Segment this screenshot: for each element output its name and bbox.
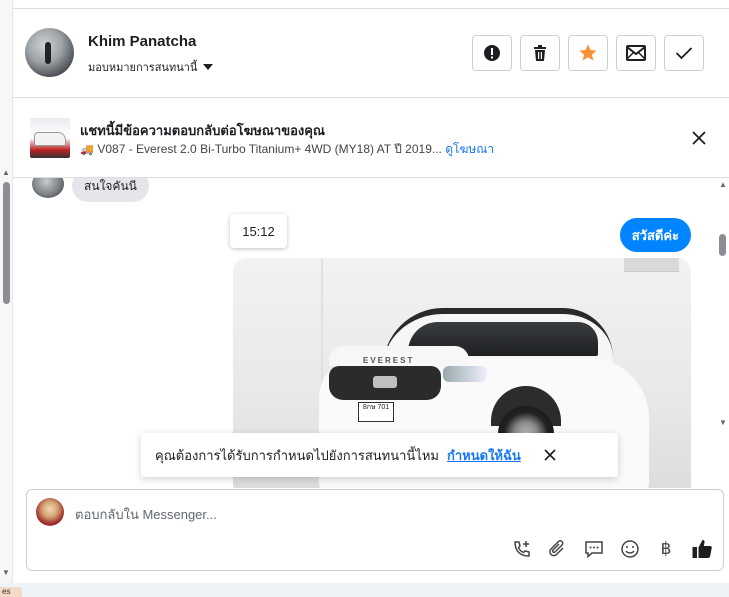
- call-add-icon: [514, 541, 530, 557]
- saved-reply-icon: [585, 541, 603, 559]
- emoji-button[interactable]: [619, 538, 641, 560]
- mail-icon: [626, 45, 646, 61]
- thread-scroll-down-icon[interactable]: ▼: [719, 418, 727, 427]
- bottom-status-strip: [0, 583, 729, 597]
- assign-notice: คุณต้องการได้รับการกำหนดไปยังการสนทนานี้…: [141, 433, 618, 477]
- ad-thumbnail[interactable]: [30, 118, 70, 158]
- contact-name[interactable]: Khim Panatcha: [88, 33, 196, 50]
- assign-notice-text: คุณต้องการได้รับการกำหนดไปยังการสนทนานี้…: [155, 447, 439, 463]
- trash-icon: [534, 45, 546, 61]
- sender-avatar: [32, 178, 64, 198]
- close-banner-button[interactable]: [689, 128, 709, 148]
- check-icon: [675, 47, 693, 60]
- page-scrollbar-thumb[interactable]: [3, 182, 10, 304]
- caret-down-icon: [203, 64, 214, 70]
- close-icon: [544, 449, 556, 461]
- ad-reply-banner: แชทนี้มีข้อความตอบกลับต่อโฆษณาของคุณ 🚚 V…: [13, 98, 729, 178]
- contact-avatar[interactable]: [25, 28, 74, 77]
- car-headlight: [443, 366, 487, 382]
- thread-scrollbar-thumb[interactable]: [719, 234, 726, 256]
- scroll-down-arrow-icon[interactable]: ▼: [2, 568, 10, 577]
- assign-conversation-dropdown[interactable]: มอบหมายการสนทนานี้: [88, 58, 214, 76]
- reply-composer: ฿: [26, 489, 724, 571]
- attach-icon: [549, 540, 564, 557]
- dismiss-notice-button[interactable]: [543, 448, 557, 462]
- assign-conversation-label: มอบหมายการสนทนานี้: [88, 62, 198, 74]
- outgoing-message[interactable]: สวัสดีค่ะ: [619, 218, 691, 252]
- car-grille: [329, 366, 441, 400]
- spam-icon: [484, 45, 500, 61]
- ad-banner-subtitle: 🚚 V087 - Everest 2.0 Bi-Turbo Titanium+ …: [80, 140, 494, 159]
- composer-toolbar: ฿: [511, 538, 713, 560]
- photo-wall-vent: [624, 258, 679, 272]
- car-hood-badge: EVEREST: [363, 356, 415, 365]
- emoji-icon: [621, 540, 639, 558]
- incoming-message[interactable]: สนใจคันนี: [72, 178, 149, 202]
- call-add-button[interactable]: [511, 538, 533, 560]
- like-button[interactable]: [691, 538, 713, 560]
- thread-scroll-up-icon[interactable]: ▲: [719, 180, 727, 189]
- star-button[interactable]: [568, 35, 608, 71]
- scroll-up-arrow-icon[interactable]: ▲: [2, 168, 10, 177]
- saved-replies-button[interactable]: [583, 538, 605, 560]
- ad-banner-title: แชทนี้มีข้อความตอบกลับต่อโฆษณาของคุณ: [80, 123, 325, 138]
- ad-product-name: V087 - Everest 2.0 Bi-Turbo Titanium+ 4W…: [97, 142, 442, 156]
- like-icon: [692, 540, 712, 558]
- page-scrollbar[interactable]: ▲ ▼: [0, 0, 13, 597]
- baht-icon: ฿: [660, 539, 672, 558]
- star-icon: [579, 44, 597, 61]
- car-license-plate: 8กษ 701: [358, 402, 394, 422]
- truck-icon: 🚚: [80, 144, 94, 156]
- delete-button[interactable]: [520, 35, 560, 71]
- timestamp-tooltip: 15:12: [230, 214, 287, 248]
- page-avatar: [36, 498, 64, 526]
- reply-input[interactable]: [75, 504, 635, 524]
- payment-button[interactable]: ฿: [655, 538, 677, 560]
- mark-unread-button[interactable]: [616, 35, 656, 71]
- attach-button[interactable]: [547, 538, 569, 560]
- assign-to-me-link[interactable]: กำหนดให้ฉัน: [447, 445, 521, 466]
- conversation-header: Khim Panatcha มอบหมายการสนทนานี้: [13, 9, 729, 98]
- thread-scrollbar[interactable]: ▲ ▼: [716, 178, 729, 488]
- mark-spam-button[interactable]: [472, 35, 512, 71]
- close-icon: [692, 131, 706, 145]
- bottom-tab-tag[interactable]: es: [0, 587, 22, 597]
- view-ad-link[interactable]: ดูโฆษณา: [445, 142, 494, 156]
- mark-done-button[interactable]: [664, 35, 704, 71]
